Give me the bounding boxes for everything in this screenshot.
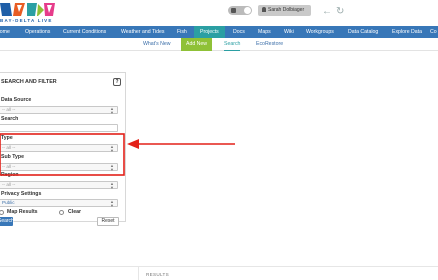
data-source-label: Data Source — [1, 97, 32, 103]
select-caret-icon: ▲ ▼ — [110, 163, 114, 172]
subnav-search[interactable]: Search — [224, 38, 241, 51]
sub-type-value: -- all -- — [2, 164, 16, 169]
results-label: RESULTS — [146, 272, 169, 277]
region-value: -- all -- — [2, 182, 16, 187]
select-caret-icon: ▲ ▼ — [110, 144, 114, 153]
sub-type-label: Sub Type — [1, 154, 24, 160]
back-arrow-icon[interactable]: ← — [322, 7, 332, 17]
user-name: Sarah Dolbiager — [268, 7, 305, 13]
nav-item-workgroups[interactable]: Workgroups — [306, 26, 334, 38]
nav-item-data-catalog[interactable]: Data Catalog — [348, 26, 378, 38]
subnav-whats-new[interactable]: What's New — [143, 38, 171, 51]
data-source-select[interactable]: -- all -- ▲ ▼ — [0, 106, 118, 114]
subnav-ecorestore[interactable]: EcoRestore — [256, 38, 283, 51]
nav-item-docs[interactable]: Docs — [233, 26, 245, 38]
panel-title: SEARCH AND FILTER — [1, 79, 57, 85]
nav-item-explore-data[interactable]: Explore Data — [392, 26, 422, 38]
nav-item-weather-and-tides[interactable]: Weather and Tides — [121, 26, 164, 38]
privacy-value: Public — [2, 200, 15, 205]
logo-mark — [0, 3, 55, 16]
clear-radio[interactable] — [59, 210, 64, 215]
nav-item-co[interactable]: Co — [430, 26, 437, 38]
nav-item-fish[interactable]: Fish — [177, 26, 187, 38]
nav-item-maps[interactable]: Maps — [258, 26, 271, 38]
subnav-add-new[interactable]: Add New — [181, 38, 213, 51]
annotation-arrow-head-icon — [127, 139, 139, 149]
toggle-knob — [244, 7, 251, 14]
region-label: Region — [1, 172, 19, 178]
results-column-divider — [138, 266, 139, 280]
nav-item-projects[interactable]: Projects — [194, 26, 225, 38]
sub-type-select[interactable]: -- all -- ▲ ▼ — [0, 163, 118, 171]
bay-delta-live-logo[interactable]: BAY-DELTA LIVE — [0, 0, 56, 26]
refresh-icon[interactable]: ↻ — [336, 7, 344, 17]
main-nav: Home Operations Current Conditions Weath… — [0, 26, 438, 38]
nav-item-wiki[interactable]: Wiki — [284, 26, 294, 38]
map-results-label: Map Results — [7, 209, 38, 215]
region-select[interactable]: -- all -- ▲ ▼ — [0, 181, 118, 189]
user-icon — [262, 7, 266, 12]
user-menu-button[interactable]: Sarah Dolbiager — [258, 5, 311, 16]
toggle-square-icon — [231, 8, 236, 13]
privacy-settings-select[interactable]: Public ▲ ▼ — [0, 199, 118, 207]
header: BAY-DELTA LIVE Sarah Dolbiager ← ↻ — [0, 0, 438, 26]
privacy-settings-label: Privacy Settings — [1, 191, 42, 197]
map-results-radio[interactable] — [0, 210, 4, 215]
select-caret-icon: ▲ ▼ — [110, 181, 114, 190]
reset-button[interactable]: Reset — [97, 217, 119, 226]
type-value: -- all -- — [2, 145, 16, 150]
theme-toggle[interactable] — [228, 6, 252, 15]
nav-item-home[interactable]: Home — [0, 26, 10, 38]
nav-item-operations[interactable]: Operations — [25, 26, 50, 38]
search-filter-panel: SEARCH AND FILTER ? Data Source -- all -… — [0, 72, 126, 226]
results-divider — [0, 266, 438, 267]
type-select[interactable]: -- all -- ▲ ▼ — [0, 144, 118, 152]
clear-label: Clear — [68, 209, 81, 215]
search-button[interactable]: Search — [0, 217, 14, 226]
select-caret-icon: ▲ ▼ — [110, 106, 114, 115]
search-label: Search — [1, 116, 19, 122]
nav-item-current-conditions[interactable]: Current Conditions — [63, 26, 106, 38]
data-source-value: -- all -- — [2, 107, 16, 112]
select-caret-icon: ▲ ▼ — [110, 199, 114, 208]
type-label: Type — [1, 135, 13, 141]
search-input[interactable] — [0, 124, 118, 132]
help-button[interactable]: ? — [113, 78, 121, 86]
logo-tagline: BAY-DELTA LIVE — [0, 18, 53, 23]
sub-nav: What's New Add New Search EcoRestore — [0, 38, 438, 51]
